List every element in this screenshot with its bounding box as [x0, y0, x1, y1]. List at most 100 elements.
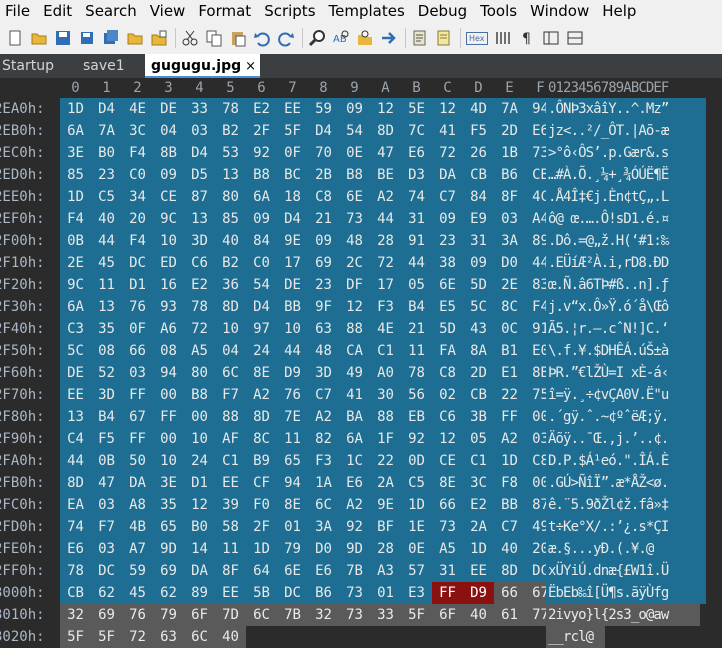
hex-byte[interactable]: E3: [401, 582, 432, 604]
hex-byte[interactable]: 36: [215, 274, 246, 296]
hex-byte[interactable]: 2A: [463, 516, 494, 538]
hex-byte[interactable]: 8F: [215, 560, 246, 582]
ascii-text[interactable]: __rcl@: [546, 626, 605, 648]
hex-byte[interactable]: 23: [91, 164, 122, 186]
hex-byte[interactable]: 24: [246, 340, 277, 362]
hex-byte[interactable]: F4: [60, 208, 91, 230]
hex-byte[interactable]: 09: [246, 208, 277, 230]
hex-byte[interactable]: 1A: [308, 472, 339, 494]
hex-byte[interactable]: D3: [401, 164, 432, 186]
hex-byte[interactable]: 3C: [122, 120, 153, 142]
hex-byte[interactable]: 13: [184, 208, 215, 230]
hex-byte[interactable]: A2: [494, 428, 525, 450]
hex-byte[interactable]: 3B: [463, 406, 494, 428]
hex-byte[interactable]: 12: [370, 98, 401, 120]
hex-byte[interactable]: 7A: [91, 120, 122, 142]
hex-byte[interactable]: 0D: [401, 450, 432, 472]
hex-byte[interactable]: E6: [308, 560, 339, 582]
hex-byte[interactable]: 92: [401, 428, 432, 450]
hex-byte[interactable]: B4: [401, 296, 432, 318]
hex-byte[interactable]: A2: [370, 186, 401, 208]
hex-byte[interactable]: 45: [122, 582, 153, 604]
hex-byte[interactable]: 8E: [246, 362, 277, 384]
hex-byte[interactable]: DC: [91, 560, 122, 582]
hex-byte[interactable]: 79: [153, 604, 184, 626]
hex-byte[interactable]: 18: [277, 186, 308, 208]
ascii-text[interactable]: .EÜíÆ²À.i,rD8.ÐD: [546, 252, 708, 274]
hex-byte[interactable]: 7B: [277, 604, 308, 626]
replace-icon[interactable]: AB: [332, 29, 350, 47]
ascii-text[interactable]: .´gÿ.ˆ.~¢ºˆëÆ;ÿ.: [546, 406, 708, 428]
hex-byte[interactable]: 4B: [122, 516, 153, 538]
hex-byte[interactable]: E5: [432, 296, 463, 318]
hex-byte[interactable]: 6A: [246, 186, 277, 208]
hex-byte[interactable]: BF: [370, 516, 401, 538]
find-icon[interactable]: [308, 29, 326, 47]
hex-byte[interactable]: 32: [60, 604, 91, 626]
hex-byte[interactable]: 8D: [246, 406, 277, 428]
hex-byte[interactable]: 56: [401, 384, 432, 406]
hex-byte[interactable]: F5: [91, 428, 122, 450]
menu-templates[interactable]: Templates: [324, 0, 413, 22]
menu-scripts[interactable]: Scripts: [259, 0, 323, 22]
open-folder-icon[interactable]: [126, 29, 144, 47]
hex-byte[interactable]: 92: [246, 142, 277, 164]
hex-byte[interactable]: F7: [215, 384, 246, 406]
hex-byte[interactable]: 10: [153, 450, 184, 472]
hex-byte[interactable]: 38: [432, 252, 463, 274]
hex-byte[interactable]: 09: [432, 208, 463, 230]
hex-byte[interactable]: DA: [184, 560, 215, 582]
ascii-text[interactable]: .ÔNÞ3xâîY..^.Mz”: [546, 98, 708, 120]
hex-byte[interactable]: 8D: [60, 472, 91, 494]
hex-byte[interactable]: 62: [153, 582, 184, 604]
hex-byte[interactable]: 44: [91, 230, 122, 252]
hex-byte[interactable]: 10: [153, 230, 184, 252]
hex-byte[interactable]: 88: [215, 406, 246, 428]
hex-byte[interactable]: 6A: [339, 428, 370, 450]
ascii-text[interactable]: xÜYiÚ.dnæ{£W1î.Ü: [546, 560, 708, 582]
hex-byte[interactable]: A0: [370, 362, 401, 384]
hex-byte[interactable]: 97: [246, 318, 277, 340]
ascii-text[interactable]: >°ô‹ÔS’.p.Gær&.s: [546, 142, 708, 164]
hex-byte[interactable]: 01: [370, 582, 401, 604]
hex-byte[interactable]: 43: [463, 318, 494, 340]
hex-byte[interactable]: 76: [122, 604, 153, 626]
goto-icon[interactable]: [380, 29, 398, 47]
hex-byte[interactable]: C5: [91, 186, 122, 208]
hex-byte[interactable]: 66: [432, 494, 463, 516]
ascii-text[interactable]: Ã5.¦r.—.cˆN!]C.‘: [546, 318, 708, 340]
hex-byte[interactable]: 41: [339, 384, 370, 406]
hex-byte[interactable]: 88: [339, 318, 370, 340]
hex-byte[interactable]: D4: [246, 296, 277, 318]
hex-byte[interactable]: D5: [184, 164, 215, 186]
hex-byte[interactable]: FF: [153, 406, 184, 428]
ascii-text[interactable]: ÞR.”€lŽÙ=I xÈ-á‹: [546, 362, 708, 384]
hex-byte[interactable]: 44: [370, 208, 401, 230]
hex-byte[interactable]: C0: [122, 164, 153, 186]
hex-byte[interactable]: 73: [339, 208, 370, 230]
hex-byte[interactable]: A3: [370, 560, 401, 582]
menu-view[interactable]: View: [145, 0, 194, 22]
hex-byte[interactable]: DE: [277, 274, 308, 296]
hex-byte[interactable]: F8: [494, 472, 525, 494]
hex-byte[interactable]: 1F: [370, 428, 401, 450]
hex-byte[interactable]: 03: [122, 362, 153, 384]
template-icon[interactable]: [435, 29, 453, 47]
hex-byte[interactable]: 1D: [60, 186, 91, 208]
hex-byte[interactable]: 14: [184, 538, 215, 560]
hex-byte[interactable]: 9E: [277, 230, 308, 252]
ascii-text[interactable]: 2ivyo}l{2s3_o@aw: [546, 604, 700, 626]
hex-byte[interactable]: C8: [308, 186, 339, 208]
redo-icon[interactable]: [277, 29, 295, 47]
ascii-text[interactable]: æ.§...yÐ.(.¥.@: [546, 538, 708, 560]
hex-byte[interactable]: DC: [277, 582, 308, 604]
ascii-text[interactable]: jz<..²/_ÔT.|Aõ-æ: [546, 120, 708, 142]
hex-byte[interactable]: C6: [432, 406, 463, 428]
hex-byte[interactable]: 12: [339, 296, 370, 318]
hex-byte[interactable]: C4: [60, 428, 91, 450]
ascii-text[interactable]: î=ÿ.¸÷¢vÇA0V.Ë"u: [546, 384, 708, 406]
hex-byte[interactable]: 89: [184, 582, 215, 604]
hex-byte[interactable]: 0E: [401, 538, 432, 560]
hex-byte[interactable]: 45: [91, 252, 122, 274]
hex-byte[interactable]: DF: [339, 274, 370, 296]
